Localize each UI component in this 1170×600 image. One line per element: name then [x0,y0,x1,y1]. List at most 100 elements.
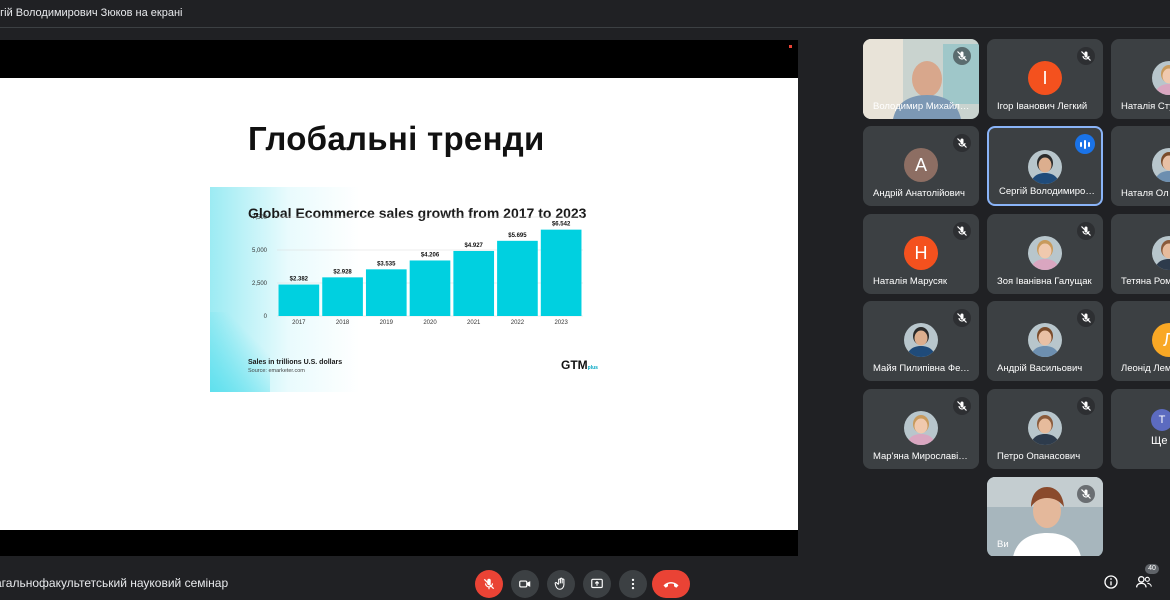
brand-sub: plus [587,365,598,371]
chart-bar [278,284,320,316]
bar-value-label: $4.206 [421,252,440,258]
bar-value-label: $3.535 [377,261,396,267]
camera-icon [519,580,531,588]
mic-muted-icon [1077,485,1095,503]
participant-name: Петро Опанасович [997,451,1081,462]
participant-name: Андрій Анатолійович [873,188,965,199]
participant-avatar: І [1028,61,1062,95]
people-icon [1136,576,1152,588]
mic-muted-icon [953,134,971,152]
mic-muted-icon [953,222,971,240]
people-count-badge: 40 [1145,564,1159,574]
bar-value-label: $6.542 [552,222,571,228]
participant-tile[interactable]: Ви [987,477,1103,557]
mic-muted-icon [1077,222,1095,240]
participant-tile[interactable]: Тетяна Ром [1111,214,1170,294]
presentation-stage[interactable]: Глобальні тренди Global Ecommerce sales … [0,40,798,556]
participant-photo [1152,148,1170,182]
participant-tile[interactable]: Т Ще 24 [1111,389,1170,469]
camera-toggle-button[interactable] [511,570,539,598]
chart-bar [322,277,363,316]
participant-tile[interactable]: Мар'яна Мирославівна [863,389,979,469]
chart-bar [365,269,407,316]
participant-name: Зоя Іванівна Галущак [997,276,1092,287]
participant-name: Андрій Васильович [997,363,1083,374]
x-tick-label: 2023 [554,320,568,326]
chart-source: Source: emarketer.com [248,368,305,374]
people-button[interactable] [1135,574,1153,595]
bar-value-label: $5.695 [508,233,527,239]
participant-tile[interactable]: Наталія Сту [1111,39,1170,119]
participant-tile[interactable]: Петро Опанасович [987,389,1103,469]
chart-card: Global Ecommerce sales growth from 2017 … [210,187,603,392]
end-call-icon [663,582,679,588]
participant-tile[interactable]: Зоя Іванівна Галущак [987,214,1103,294]
more-options-button[interactable] [619,570,647,598]
participant-name: Наталія Марусяк [873,276,948,287]
x-tick-label: 2017 [292,320,306,326]
present-icon [591,578,603,589]
participant-tile[interactable]: А Андрій Анатолійович [863,126,979,206]
participant-name: Леонід Лем [1121,363,1170,374]
chart-bar [409,260,451,316]
participant-name: Мар'яна Мирославівна [873,451,971,462]
participant-name: Володимир Михайлович [873,101,971,112]
mic-toggle-button[interactable] [475,570,503,598]
participant-avatar: Н [904,236,938,270]
participant-photo [1028,150,1062,184]
participant-tile[interactable]: Наталя Ол [1111,126,1170,206]
participant-tile[interactable]: Сергій Володимирович [987,126,1103,206]
brand-logo: GTMplus [561,358,598,372]
end-call-button[interactable] [652,570,690,598]
participant-name: Ігор Іванович Легкий [997,101,1088,112]
mic-off-icon [483,578,495,590]
participant-photo [1028,323,1062,357]
participant-avatar: Л [1152,323,1170,357]
x-tick-label: 2018 [336,320,350,326]
more-options-icon [631,578,635,590]
participant-name: Майя Пилипівна Федоренко [873,363,971,374]
mic-muted-icon [1077,397,1095,415]
meeting-info-button[interactable] [1103,574,1119,595]
raise-hand-button[interactable] [547,570,575,598]
participant-tile[interactable]: Андрій Васильович [987,301,1103,381]
participant-photo [1152,61,1170,95]
presenting-label: ргій Володимирович Зюков на екрані [0,7,183,19]
bar-value-label: $2.382 [290,277,309,283]
speaking-indicator-icon [1075,134,1095,154]
participant-name: Ви [997,539,1009,550]
participant-tile[interactable]: Майя Пилипівна Федоренко [863,301,979,381]
participant-avatar: А [904,148,938,182]
participant-photo [1028,236,1062,270]
x-tick-label: 2019 [380,320,394,326]
chart-bar [540,229,582,316]
brand-name: GTM [561,358,588,372]
participant-tile[interactable]: Л Леонід Лем [1111,301,1170,381]
recording-indicator [789,45,792,48]
participant-name: Сергій Володимирович [999,186,1097,197]
top-bar: ргій Володимирович Зюков на екрані [0,0,1170,28]
bottom-bar: агальнофакультетський науковий семінар 4… [0,556,1170,600]
y-tick-label: 0 [264,314,268,320]
mic-muted-icon [1077,309,1095,327]
participant-name: Наталя Ол [1121,188,1169,199]
mic-muted-icon [1077,47,1095,65]
x-tick-label: 2022 [511,320,525,326]
participant-name: Наталія Сту [1121,101,1170,112]
participant-tile[interactable]: І Ігор Іванович Легкий [987,39,1103,119]
y-tick-label: 5,000 [252,248,268,254]
mic-muted-icon [953,397,971,415]
present-button[interactable] [583,570,611,598]
y-tick-label: 2,500 [252,281,268,287]
chart-bar [453,250,495,316]
chart-bar [497,240,538,316]
participant-photo [1152,236,1170,270]
participant-tile[interactable]: Володимир Михайлович [863,39,979,119]
x-tick-label: 2020 [423,320,437,326]
more-participants-avatar: Т [1151,409,1170,431]
mic-muted-icon [953,47,971,65]
mic-muted-icon [953,309,971,327]
raise-hand-icon [554,577,565,590]
participant-tile[interactable]: Н Наталія Марусяк [863,214,979,294]
meeting-name: агальнофакультетський науковий семінар [0,576,229,590]
